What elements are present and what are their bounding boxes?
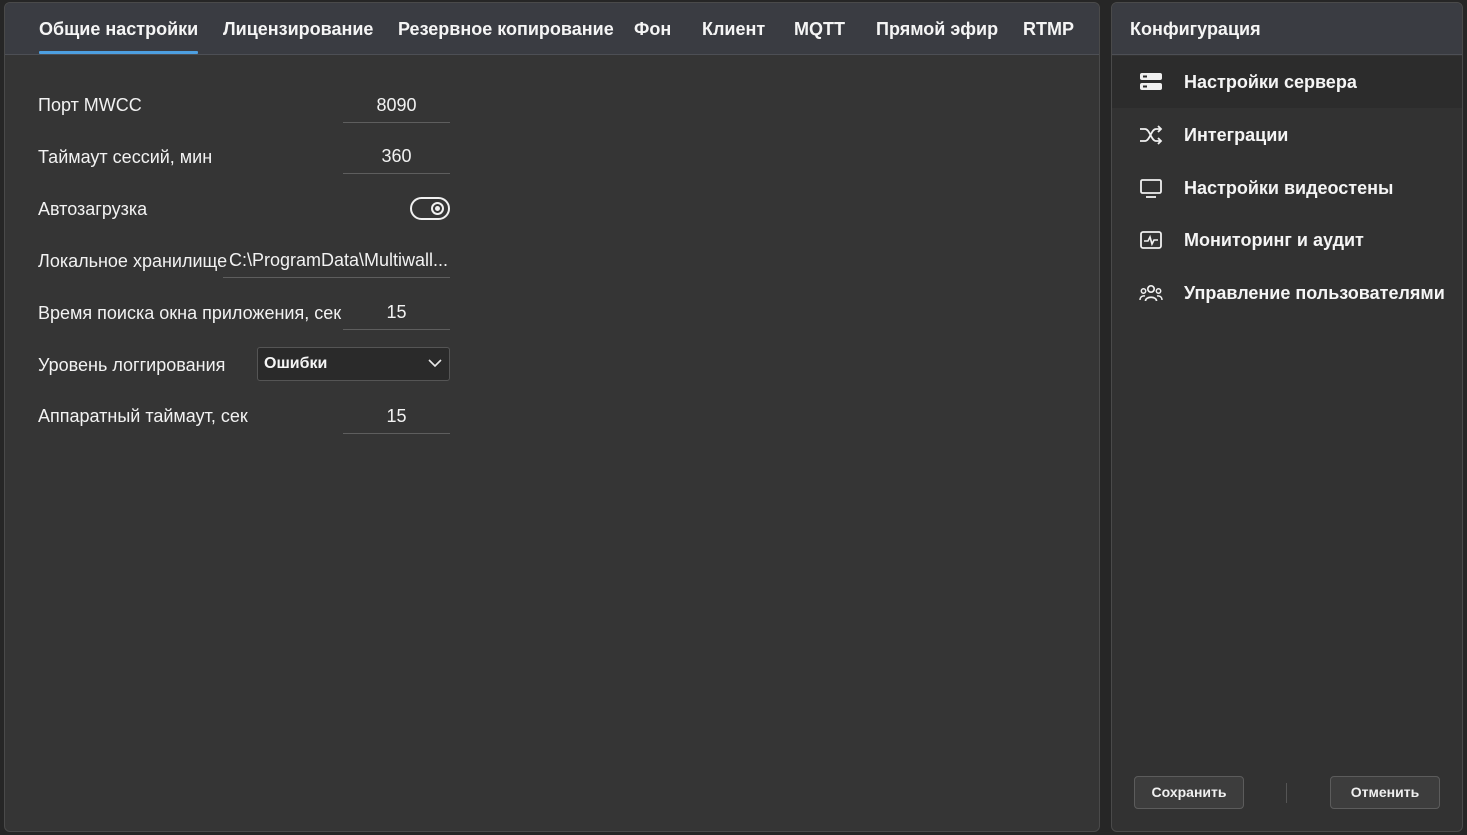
sidebar-item-label: Интеграции: [1184, 125, 1289, 145]
tab-rtmp[interactable]: RTMP: [1023, 3, 1074, 55]
sidebar-item-label: Мониторинг и аудит: [1184, 230, 1364, 250]
cancel-button[interactable]: Отменить: [1330, 776, 1440, 809]
activity-icon: [1140, 231, 1162, 249]
sidebar-item-server-settings[interactable]: Настройки сервера: [1112, 56, 1462, 108]
sidebar-item-label: Настройки сервера: [1184, 72, 1357, 92]
tab-licensing[interactable]: Лицензирование: [223, 3, 373, 55]
users-icon: [1139, 284, 1163, 302]
window-search-label: Время поиска окна приложения, сек: [38, 303, 342, 323]
tab-client[interactable]: Клиент: [702, 3, 765, 55]
sidebar-item-users[interactable]: Управление пользователями: [1112, 267, 1462, 319]
log-level-value: Ошибки: [264, 355, 328, 372]
log-level-select[interactable]: Ошибки: [257, 347, 450, 381]
monitor-icon: [1140, 179, 1162, 198]
save-button[interactable]: Сохранить: [1134, 776, 1244, 809]
config-sidebar: Конфигурация Настройки сервера Интеграци…: [1111, 2, 1463, 832]
autoload-label: Автозагрузка: [38, 199, 148, 219]
chevron-down-icon: [428, 359, 442, 368]
tab-bar: Общие настройки Лицензирование Резервное…: [5, 3, 1099, 55]
session-timeout-label: Таймаут сессий, мин: [38, 147, 213, 167]
settings-panel: Общие настройки Лицензирование Резервное…: [4, 2, 1100, 832]
hardware-timeout-input[interactable]: 15: [343, 398, 450, 434]
sidebar-title: Конфигурация: [1112, 3, 1462, 55]
port-input[interactable]: 8090: [343, 87, 450, 123]
local-storage-input[interactable]: C:\ProgramData\Multiwall...: [223, 242, 450, 278]
button-divider: [1286, 783, 1287, 803]
tab-backup[interactable]: Резервное копирование: [398, 3, 614, 55]
local-storage-label: Локальное хранилище: [38, 251, 228, 271]
tab-mqtt[interactable]: MQTT: [794, 3, 845, 55]
port-label: Порт MWCC: [38, 95, 142, 115]
shuffle-icon: [1140, 125, 1163, 145]
sidebar-item-label: Настройки видеостены: [1184, 178, 1394, 198]
autoload-toggle[interactable]: [410, 197, 450, 220]
sidebar-item-label: Управление пользователями: [1184, 283, 1445, 303]
server-icon: [1140, 73, 1162, 90]
tab-general[interactable]: Общие настройки: [39, 3, 199, 55]
window-search-input[interactable]: 15: [343, 294, 450, 330]
sidebar-item-monitoring[interactable]: Мониторинг и аудит: [1112, 214, 1462, 266]
sidebar-item-videowall[interactable]: Настройки видеостены: [1112, 162, 1462, 214]
toggle-knob: [431, 202, 444, 215]
log-level-label: Уровень логгирования: [38, 355, 226, 375]
hardware-timeout-label: Аппаратный таймаут, сек: [38, 406, 248, 426]
tab-background[interactable]: Фон: [634, 3, 671, 55]
session-timeout-input[interactable]: 360: [343, 138, 450, 174]
sidebar-item-integrations[interactable]: Интеграции: [1112, 109, 1462, 161]
tab-live[interactable]: Прямой эфир: [876, 3, 998, 55]
